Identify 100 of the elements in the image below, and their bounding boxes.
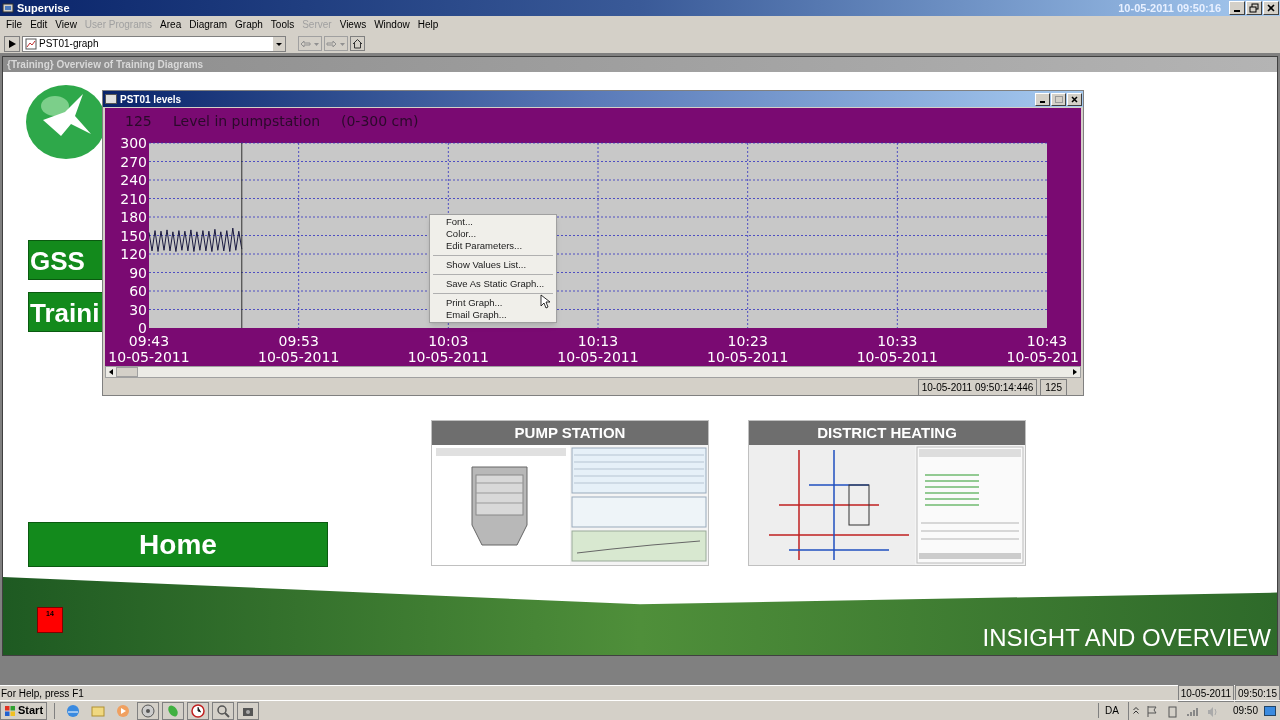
- x-tick-time: 10:43: [1026, 333, 1068, 349]
- browser-icon: [65, 702, 82, 719]
- y-tick-label: 120: [120, 246, 147, 262]
- y-tick-label: 0: [138, 320, 147, 336]
- y-tick-label: 240: [120, 172, 147, 188]
- diagram-dropdown[interactable]: PST01-graph: [22, 35, 286, 52]
- restore-icon: [1249, 3, 1259, 13]
- taskbar-button[interactable]: [237, 701, 260, 720]
- thumbnail-title: PUMP STATION: [432, 421, 708, 445]
- maximize-icon: [1054, 94, 1063, 104]
- x-tick-date: 10-05-2011: [856, 349, 938, 365]
- x-tick-time: 09:53: [278, 333, 319, 349]
- taskbar-clock: 09:50: [1232, 704, 1258, 718]
- mouse-pointer-icon: [540, 294, 550, 309]
- taskbar-button[interactable]: [212, 701, 235, 720]
- menu-item[interactable]: Graph: [231, 16, 267, 32]
- y-tick-label: 150: [120, 227, 147, 244]
- disc-icon: [140, 702, 157, 719]
- y-tick-label: 180: [120, 209, 147, 225]
- thumbnail-title: DISTRICT HEATING: [749, 421, 1025, 445]
- right-arrow-icon: [326, 38, 346, 49]
- x-tick-date: 10-05-201: [1006, 349, 1079, 365]
- show-desktop-icon: [1264, 704, 1276, 717]
- horizontal-scrollbar[interactable]: [105, 366, 1081, 378]
- graph-window-title: PST01 levels: [120, 92, 182, 107]
- window-icon: [105, 94, 117, 104]
- taskbar-button[interactable]: [187, 701, 210, 720]
- context-menu-item[interactable]: Save As Static Graph...: [430, 278, 556, 290]
- menu-item[interactable]: View: [51, 16, 81, 32]
- status-date: 10-05-2011: [1177, 684, 1235, 702]
- context-menu-item[interactable]: Color...: [430, 228, 556, 240]
- language-indicator[interactable]: DA: [1098, 703, 1125, 718]
- home-icon: [352, 38, 363, 49]
- taskbar-button[interactable]: [162, 701, 185, 720]
- context-menu-item[interactable]: Email Graph...: [430, 309, 556, 321]
- x-tick-time: 10:13: [577, 333, 619, 349]
- start-button[interactable]: Start: [0, 701, 48, 720]
- menu-item[interactable]: Diagram: [185, 16, 232, 32]
- show-hidden-icons-icon: [1132, 707, 1139, 714]
- x-tick-date: 10-05-2011: [108, 349, 190, 365]
- windows-logo-icon: [4, 704, 16, 717]
- menu-item[interactable]: Area: [156, 16, 186, 32]
- menu-item[interactable]: Views: [335, 16, 371, 32]
- context-menu-item[interactable]: Edit Parameters...: [430, 240, 556, 252]
- app-icon: [2, 2, 14, 14]
- magnifier-icon: [215, 702, 232, 719]
- chart-title: Level in pumpstation: [173, 113, 321, 129]
- y-tick-label: 210: [120, 190, 147, 207]
- menu-item[interactable]: File: [2, 16, 27, 32]
- context-menu-item[interactable]: Font...: [430, 216, 556, 228]
- slogan-text: INSIGHT AND OVERVIEW: [982, 623, 1271, 653]
- x-tick-time: 10:03: [428, 333, 469, 349]
- clock-text: 10-05-2011 09:50:16: [1118, 0, 1221, 16]
- home-button[interactable]: [350, 36, 365, 51]
- training-banner: Traini: [28, 292, 104, 332]
- flag-icon: [1144, 703, 1159, 718]
- close-button[interactable]: [1263, 1, 1279, 15]
- current-value: 125: [125, 113, 152, 129]
- media-player-icon: [115, 702, 132, 719]
- minimize-button[interactable]: [1229, 1, 1245, 15]
- close-icon: [1070, 94, 1079, 104]
- context-menu-item[interactable]: Print Graph...: [430, 297, 556, 309]
- close-button[interactable]: [1067, 92, 1082, 106]
- context-menu-item[interactable]: Show Values List...: [430, 259, 556, 271]
- clock-icon: [190, 702, 207, 719]
- diagram-thumbnail[interactable]: DISTRICT HEATING: [748, 420, 1026, 566]
- play-icon: [7, 38, 17, 49]
- status-help-text: For Help, press F1: [0, 686, 84, 701]
- taskbar-button[interactable]: [137, 701, 160, 720]
- maximize-button[interactable]: [1051, 92, 1066, 106]
- y-tick-label: 30: [129, 301, 147, 318]
- y-tick-label: 300: [120, 135, 147, 151]
- range-text: (0-300 cm): [341, 113, 419, 129]
- menu-item[interactable]: Tools: [266, 16, 299, 32]
- graph-timestamp: 10-05-2011 09:50:14:446: [917, 378, 1038, 396]
- diagram-window-title: {Training} Overview of Training Diagrams: [7, 58, 204, 72]
- y-tick-label: 90: [129, 264, 147, 281]
- status-time: 09:50:15: [1235, 684, 1280, 702]
- menu-item[interactable]: Help: [413, 16, 443, 32]
- x-tick-date: 10-05-2011: [707, 349, 789, 365]
- cursor-line[interactable]: [241, 142, 243, 329]
- x-tick-time: 10:23: [727, 333, 768, 349]
- restore-button[interactable]: [1246, 1, 1262, 15]
- home-link-button[interactable]: Home: [28, 522, 328, 567]
- close-icon: [1266, 3, 1276, 13]
- minimize-button[interactable]: [1035, 92, 1050, 106]
- graph-status-value: 125: [1040, 378, 1067, 396]
- diagram-icon: [25, 37, 37, 50]
- menu-item[interactable]: Window: [370, 16, 414, 32]
- minimize-icon: [1040, 100, 1045, 103]
- x-tick-date: 10-05-2011: [557, 349, 639, 365]
- play-button[interactable]: [4, 35, 20, 52]
- minimize-icon: [1234, 10, 1240, 12]
- x-tick-date: 10-05-2011: [258, 349, 340, 365]
- y-tick-label: 60: [129, 283, 147, 299]
- left-arrow-icon: [300, 38, 320, 49]
- diagram-thumbnail[interactable]: PUMP STATION: [431, 420, 709, 566]
- x-tick-time: 10:33: [877, 333, 918, 349]
- menu-item[interactable]: Edit: [26, 16, 52, 32]
- scroll-thumb[interactable]: [116, 367, 138, 377]
